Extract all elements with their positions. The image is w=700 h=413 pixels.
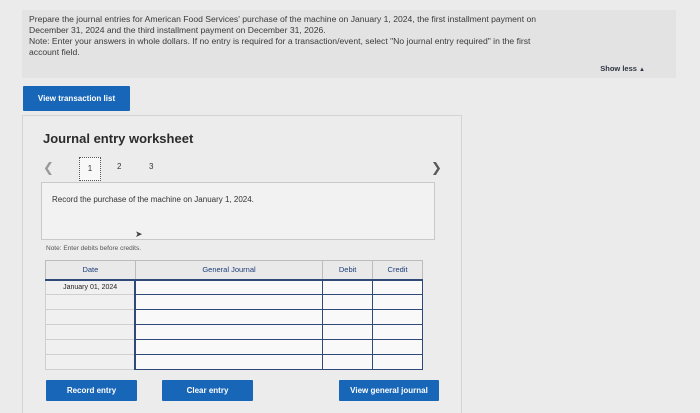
journal-entry-worksheet: Journal entry worksheet ❮ 1 2 3 ❯ Record… [22, 115, 462, 413]
journal-table-wrapper: Date General Journal Debit Credit Januar… [45, 260, 423, 370]
header-debit: Debit [322, 260, 374, 281]
transaction-prompt: Record the purchase of the machine on Ja… [41, 182, 435, 240]
debit-cell[interactable] [322, 354, 374, 370]
header-date: Date [45, 260, 136, 281]
date-cell[interactable] [45, 324, 137, 340]
credit-cell[interactable] [372, 324, 423, 340]
account-cell[interactable] [134, 279, 324, 295]
worksheet-title: Journal entry worksheet [43, 131, 194, 146]
instructions-line-3: Note: Enter your answers in whole dollar… [29, 36, 531, 46]
instructions-line-2: December 31, 2024 and the third installm… [29, 25, 326, 35]
view-general-journal-button[interactable]: View general journal [339, 380, 439, 401]
debits-note: Note: Enter debits before credits. [46, 245, 142, 252]
view-transaction-list-button[interactable]: View transaction list [23, 86, 130, 111]
caret-up-icon: ▲ [639, 67, 645, 73]
table-row: January 01, 2024 [45, 279, 423, 295]
date-cell[interactable] [45, 309, 137, 325]
debit-cell[interactable] [322, 339, 374, 355]
credit-cell[interactable] [372, 339, 423, 355]
date-cell[interactable] [45, 354, 137, 370]
record-entry-button[interactable]: Record entry [46, 380, 137, 401]
table-header-row: Date General Journal Debit Credit [45, 260, 423, 281]
debit-cell[interactable] [322, 294, 374, 310]
journal-entry-table: Date General Journal Debit Credit Januar… [45, 260, 423, 370]
table-row [45, 354, 423, 370]
header-general-journal: General Journal [134, 260, 324, 281]
credit-cell[interactable] [372, 279, 423, 295]
page-2-tab[interactable]: 2 [117, 162, 121, 171]
account-cell[interactable] [134, 339, 324, 355]
table-row [45, 309, 423, 325]
page-3-tab[interactable]: 3 [149, 162, 153, 171]
date-cell[interactable] [45, 339, 137, 355]
credit-cell[interactable] [372, 354, 423, 370]
date-cell[interactable]: January 01, 2024 [45, 279, 137, 295]
clear-entry-button[interactable]: Clear entry [162, 380, 253, 401]
date-cell[interactable] [45, 294, 137, 310]
show-less-label: Show less [600, 64, 637, 73]
account-cell[interactable] [134, 354, 324, 370]
mouse-cursor-icon: ➤ [135, 229, 143, 239]
account-cell[interactable] [134, 324, 324, 340]
chevron-left-icon[interactable]: ❮ [43, 160, 54, 176]
table-row [45, 339, 423, 355]
instructions-line-4: account field. [29, 47, 80, 57]
account-cell[interactable] [134, 309, 324, 325]
instructions-line-1: Prepare the journal entries for American… [29, 14, 537, 24]
chevron-right-icon[interactable]: ❯ [431, 160, 442, 176]
debit-cell[interactable] [322, 309, 374, 325]
debit-cell[interactable] [322, 324, 374, 340]
worksheet-pager: ❮ 1 2 3 ❯ [41, 157, 442, 182]
header-credit: Credit [372, 260, 423, 281]
page-1-tab[interactable]: 1 [79, 157, 101, 181]
show-less-link[interactable]: Show less ▲ [600, 64, 645, 73]
debit-cell[interactable] [322, 279, 374, 295]
table-row [45, 294, 423, 310]
table-row [45, 324, 423, 340]
credit-cell[interactable] [372, 309, 423, 325]
account-cell[interactable] [134, 294, 324, 310]
instructions-panel: Prepare the journal entries for American… [22, 10, 676, 78]
credit-cell[interactable] [372, 294, 423, 310]
